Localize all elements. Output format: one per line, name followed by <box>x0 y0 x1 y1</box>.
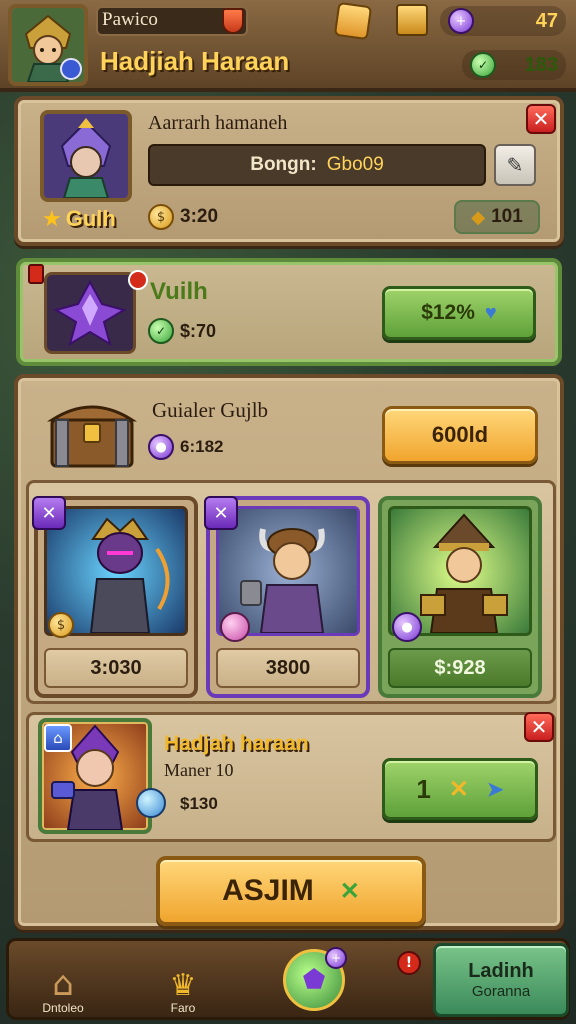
top-bar: Pawico Hadjiah Haraan + 47 ✓ 183 <box>0 0 576 92</box>
bottom-nav: ⌂ Dntoleo ♛ Faro ⬟ + ! Ladinh Goranna <box>6 938 570 1020</box>
main-action-button[interactable]: ASJIM ✕ <box>156 856 426 926</box>
cross-swords-icon: ✕ <box>448 775 469 803</box>
hero-card[interactable]: ● $:928 <box>378 496 542 698</box>
bongn-label: Bongn: <box>250 154 317 175</box>
nav-right-subtitle: Goranna <box>471 983 531 1000</box>
recruit-orb-icon <box>136 788 166 818</box>
chest-buy-button[interactable]: 600ld <box>382 406 538 464</box>
purple-gem-icon: + <box>448 8 474 34</box>
chest-cost: ● 6:182 <box>148 434 223 460</box>
profile-portrait-art <box>44 114 128 198</box>
hero-card-value: 3800 <box>216 648 360 688</box>
guild-item-corner-badge <box>28 264 44 284</box>
confirm-x-icon: ✕ <box>339 877 360 905</box>
nav-plus-badge: + <box>325 947 347 969</box>
edit-pen-button[interactable]: ✎ <box>494 144 536 186</box>
hero-card-coin-icon: $ <box>48 612 74 638</box>
house-icon: ⌂ <box>53 729 63 747</box>
purple-gem-value: 47 <box>535 9 558 32</box>
profile-portrait[interactable] <box>40 110 132 202</box>
guild-item-panel: Vuilh ✓ $:70 $12% ♥ <box>16 258 562 366</box>
close-icon: ✕ <box>532 107 550 131</box>
trophy-icon: ♛ <box>169 968 197 1003</box>
guild-item-buy-button[interactable]: $12% ♥ <box>382 286 536 340</box>
heart-icon: ♥ <box>484 301 497 324</box>
chest-icon[interactable] <box>46 390 138 470</box>
coin-icon: $ <box>148 204 174 230</box>
avatar-shield-badge <box>60 58 82 80</box>
player-tag: Pawico <box>102 9 158 30</box>
power-value: 101 <box>491 206 523 227</box>
crystal-icon <box>54 280 126 346</box>
nav-item-shop[interactable]: ♛ Faro <box>143 947 223 1016</box>
green-gem-value: 183 <box>524 53 558 76</box>
chest-cost-value: 6:182 <box>180 437 224 456</box>
rank-shield-icon[interactable] <box>222 8 244 34</box>
nav-item-home[interactable]: ⌂ Dntoleo <box>23 947 103 1015</box>
guild-item-frame[interactable] <box>44 272 136 354</box>
guild-label: Gulh <box>65 206 116 231</box>
shop-panel: Guialer Gujlb ● 6:182 600ld $ 3:030 ✕ 38… <box>14 374 564 930</box>
guild-item-alert-badge <box>128 270 148 290</box>
profile-name: Aarrarh hamaneh <box>148 112 288 134</box>
guild-item-name: Vuilh <box>150 278 208 305</box>
star-icon: ★ <box>42 206 62 232</box>
coin-value: 3:20 <box>180 206 219 227</box>
nav-item-label: Dntoleo <box>42 1001 84 1015</box>
hero-card-value: 3:030 <box>44 648 188 688</box>
shield-button-icon[interactable] <box>333 1 373 41</box>
guild-item-cost: ✓ $:70 <box>148 318 216 344</box>
hero-card-value: $:928 <box>388 648 532 688</box>
nav-alert-badge: ! <box>397 951 421 975</box>
close-icon: ✕ <box>41 502 57 524</box>
close-profile-button[interactable]: ✕ <box>526 104 556 134</box>
guild-item-cost-value: $:70 <box>180 320 217 341</box>
potion-icon: ⬟ <box>302 965 326 995</box>
power-stat[interactable]: ◆ 101 <box>454 200 540 234</box>
nav-item-label: Faro <box>170 1001 196 1015</box>
purple-gem-counter[interactable]: + 47 <box>440 6 566 36</box>
green-gem-icon: ✓ <box>470 52 496 78</box>
hero-card-gem-icon <box>220 612 250 642</box>
power-icon: ◆ <box>471 206 486 228</box>
hero-card-purple-icon: ● <box>392 612 422 642</box>
arrow-icon: ➤ <box>486 778 504 801</box>
close-icon: ✕ <box>213 502 229 524</box>
purple-coin-icon: ● <box>148 434 174 460</box>
recruit-cost: $130 <box>180 794 218 813</box>
chest-art <box>46 405 138 468</box>
recruit-count: 1 <box>416 773 431 804</box>
guild-item-buy-label: $12% <box>421 301 475 324</box>
close-recruit-button[interactable]: ✕ <box>524 712 554 742</box>
bongn-field[interactable]: Bongn: Gbo09 <box>148 144 486 186</box>
recruit-action-button[interactable]: 1 ✕ ➤ <box>382 758 538 820</box>
hero-card-close-badge[interactable]: ✕ <box>204 496 238 530</box>
pen-icon: ✎ <box>506 153 524 177</box>
profile-panel: Aarrarh hamaneh Bongn: Gbo09 ✎ ✕ ★ Gulh … <box>14 96 564 246</box>
nav-right-button[interactable]: Ladinh Goranna <box>433 943 569 1017</box>
close-icon: ✕ <box>530 715 548 739</box>
green-coin-icon: ✓ <box>148 318 174 344</box>
recruit-level: Maner 10 <box>164 760 234 780</box>
hero-card-close-badge[interactable]: ✕ <box>32 496 66 530</box>
nav-right-title: Ladinh <box>468 960 534 982</box>
player-name: Hadjiah Haraan <box>100 46 290 76</box>
bongn-value: Gbo09 <box>326 154 384 175</box>
chest-name: Guialer Gujlb <box>152 398 269 422</box>
chest-button-icon[interactable] <box>396 4 428 36</box>
green-gem-counter[interactable]: ✓ 183 <box>462 50 566 80</box>
recruit-name: Hadjah haraan <box>164 732 309 755</box>
main-action-label: ASJIM <box>222 874 314 907</box>
coin-stat: $ 3:20 <box>148 204 218 230</box>
player-avatar[interactable] <box>8 4 88 86</box>
chest-buy-label: 600ld <box>431 422 489 447</box>
house-icon: ⌂ <box>52 964 74 1004</box>
recruit-rank-badge: ⌂ <box>44 724 72 752</box>
guild-label-row: ★ Gulh <box>42 206 116 232</box>
